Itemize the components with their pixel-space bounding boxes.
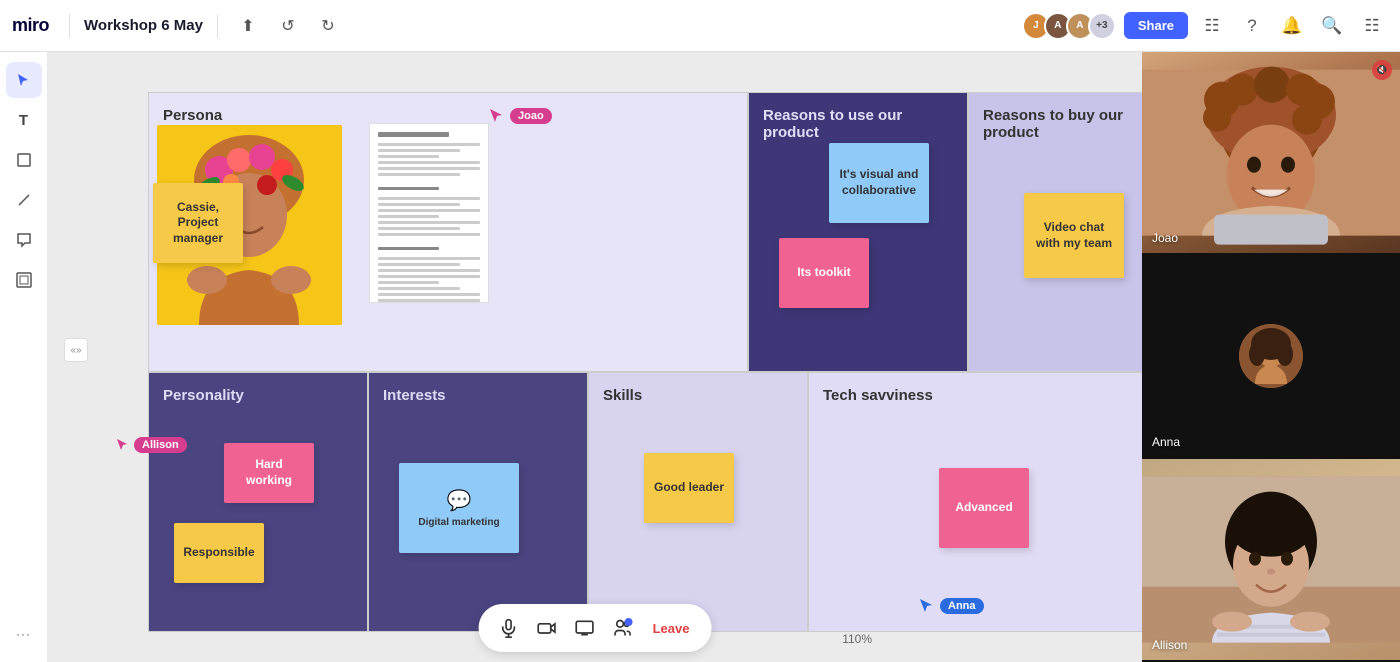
- sticky-responsible: Responsible: [174, 523, 264, 583]
- undo-button[interactable]: ↺: [272, 10, 304, 42]
- screen-share-button[interactable]: [567, 610, 603, 646]
- upload-button[interactable]: ⬆: [232, 10, 264, 42]
- video-tile-allison: Allison: [1142, 459, 1400, 662]
- redo-button[interactable]: ↻: [312, 10, 344, 42]
- share-button[interactable]: Share: [1124, 12, 1188, 39]
- tech-section: Tech savviness Advanced: [808, 372, 1142, 632]
- pen-tool-button[interactable]: [6, 182, 42, 218]
- participants-button[interactable]: [605, 610, 641, 646]
- leave-button[interactable]: Leave: [643, 615, 700, 642]
- board-frame: Persona: [148, 92, 1142, 632]
- video-label-joao: Joao: [1152, 231, 1178, 245]
- leave-label: Leave: [653, 621, 690, 636]
- sticky-visual: It's visual and collaborative: [829, 143, 929, 223]
- select-tool-button[interactable]: [6, 62, 42, 98]
- text-tool-button[interactable]: T: [6, 102, 42, 138]
- reasons-use-title: Reasons to use our product: [763, 107, 953, 141]
- header: miro Workshop 6 May ⬆ ↺ ↻ J A A +3 Share…: [0, 0, 1400, 52]
- mute-icon-joao: 🔇: [1372, 60, 1392, 80]
- persona-title: Persona: [163, 107, 733, 124]
- canvas[interactable]: Persona: [48, 52, 1142, 662]
- miro-logo: miro: [12, 15, 49, 36]
- video-panel: Joao 🔇 Anna: [1142, 52, 1400, 662]
- sticky-toolkit: Its toolkit: [779, 238, 869, 308]
- search-button[interactable]: 🔍: [1316, 10, 1348, 42]
- frame-tool-button[interactable]: [6, 262, 42, 298]
- interests-section: Interests 💬 Digital marketing: [368, 372, 588, 632]
- reasons-buy-section: Reasons to buy our product Video chat wi…: [968, 92, 1142, 372]
- sticky-good-leader: Good leader: [644, 453, 734, 523]
- sticky-cassie: Cassie, Project manager: [153, 183, 243, 263]
- interests-title: Interests: [383, 387, 573, 404]
- video-tile-anna: Anna: [1142, 255, 1400, 458]
- reasons-use-section: Reasons to use our product It's visual a…: [748, 92, 968, 372]
- bottom-bar: Leave: [479, 604, 712, 652]
- sticky-digital-marketing: 💬 Digital marketing: [399, 463, 519, 553]
- video-bg-anna: [1142, 255, 1400, 456]
- video-bg-joao: [1142, 52, 1400, 253]
- zoom-indicator: 110%: [842, 632, 872, 646]
- participants-wrapper: [605, 610, 641, 646]
- apps-button[interactable]: ☷: [1356, 10, 1388, 42]
- sticky-hard-working: Hard working: [224, 443, 314, 503]
- more-tools-button[interactable]: ···: [6, 616, 42, 652]
- header-divider-1: [69, 14, 70, 38]
- reasons-buy-title: Reasons to buy our product: [983, 107, 1142, 141]
- video-label-allison: Allison: [1152, 638, 1187, 652]
- avatar-group: J A A +3: [1022, 12, 1116, 40]
- personality-section: Personality Hard working Responsible: [148, 372, 368, 632]
- video-label-anna: Anna: [1152, 435, 1180, 449]
- customize-button[interactable]: ☷: [1196, 10, 1228, 42]
- board-title[interactable]: Workshop 6 May: [84, 17, 203, 34]
- camera-button[interactable]: [529, 610, 565, 646]
- avatar-count: +3: [1088, 12, 1116, 40]
- header-divider-2: [217, 14, 218, 38]
- microphone-button[interactable]: [491, 610, 527, 646]
- video-tile-joao: Joao 🔇: [1142, 52, 1400, 255]
- left-toolbar: T ···: [0, 52, 48, 662]
- main-area: T ··· Persona: [0, 52, 1400, 662]
- sticky-video-chat: Video chat with my team: [1024, 193, 1124, 278]
- personality-title: Personality: [163, 387, 353, 404]
- tech-title: Tech savviness: [823, 387, 1142, 404]
- collapse-button[interactable]: «»: [64, 338, 88, 362]
- skills-section: Skills Good leader: [588, 372, 808, 632]
- notifications-button[interactable]: 🔔: [1276, 10, 1308, 42]
- anna-avatar: [1239, 324, 1303, 388]
- video-bg-allison: [1142, 459, 1400, 660]
- comment-tool-button[interactable]: [6, 222, 42, 258]
- bottom-toolbar: Leave: [479, 602, 712, 654]
- help-button[interactable]: ?: [1236, 10, 1268, 42]
- sticky-advanced: Advanced: [939, 468, 1029, 548]
- participants-badge: [625, 618, 633, 626]
- persona-section: Persona: [148, 92, 748, 372]
- header-right: J A A +3 Share ☷ ? 🔔 🔍 ☷: [1022, 10, 1388, 42]
- sticky-tool-button[interactable]: [6, 142, 42, 178]
- skills-title: Skills: [603, 387, 793, 404]
- persona-document: [369, 123, 489, 303]
